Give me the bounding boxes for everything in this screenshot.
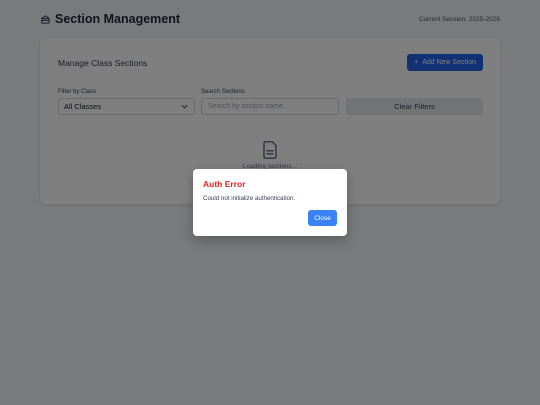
auth-error-dialog: Auth Error Could not initialize authenti… bbox=[193, 169, 347, 236]
dialog-title: Auth Error bbox=[203, 179, 246, 189]
close-button[interactable]: Close bbox=[308, 210, 337, 226]
dialog-message: Could not initialize authentication. bbox=[203, 195, 296, 202]
